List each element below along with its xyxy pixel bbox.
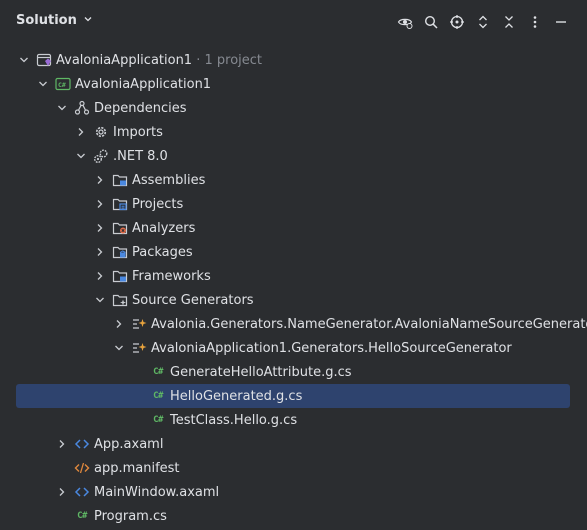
csharp-file-icon: C# xyxy=(153,415,163,425)
chevron-right-icon[interactable] xyxy=(94,270,106,282)
folder-frameworks-icon xyxy=(112,268,128,284)
tree-item-file-generate-hello-attribute[interactable]: C# GenerateHelloAttribute.g.cs xyxy=(0,360,587,384)
xml-file-icon xyxy=(74,460,90,476)
chevron-right-icon[interactable] xyxy=(56,438,68,450)
tree-item-projects[interactable]: Projects xyxy=(0,192,587,216)
tree-item-analyzers[interactable]: Analyzers xyxy=(0,216,587,240)
folder-assemblies-icon xyxy=(112,172,128,188)
chevron-right-icon[interactable] xyxy=(113,318,125,330)
chevron-down-icon[interactable] xyxy=(113,342,125,354)
tree-item-label: HelloGenerated.g.cs xyxy=(170,388,303,404)
tree-item-label: Imports xyxy=(113,124,163,140)
chevron-right-icon[interactable] xyxy=(56,486,68,498)
tree-item-label: MainWindow.axaml xyxy=(94,484,220,500)
dependencies-icon xyxy=(74,100,90,116)
tree-item-project[interactable]: C# AvaloniaApplication1 xyxy=(0,72,587,96)
tree-item-label: AvaloniaApplication1.Generators.HelloSou… xyxy=(151,340,512,356)
solution-icon xyxy=(36,52,52,68)
tree-item-label: Avalonia.Generators.NameGenerator.Avalon… xyxy=(151,316,587,332)
csharp-file-icon: C# xyxy=(77,511,87,521)
collapse-all-icon[interactable] xyxy=(501,14,517,30)
search-icon[interactable] xyxy=(423,14,439,30)
tree-item-label: Packages xyxy=(132,244,193,260)
chevron-right-icon[interactable] xyxy=(94,246,106,258)
chevron-down-icon[interactable] xyxy=(18,54,30,66)
tree-item-frameworks[interactable]: Frameworks xyxy=(0,264,587,288)
tree-item-assemblies[interactable]: Assemblies xyxy=(0,168,587,192)
generator-icon xyxy=(131,340,147,356)
tree-item-label: Source Generators xyxy=(132,292,254,308)
tree-item-source-generators[interactable]: Source Generators xyxy=(0,288,587,312)
csharp-project-icon: C# xyxy=(55,76,71,92)
tree-item-label: AvaloniaApplication1 xyxy=(75,76,212,92)
more-icon[interactable] xyxy=(527,14,543,30)
chevron-down-icon[interactable] xyxy=(37,78,49,90)
axaml-file-icon xyxy=(74,484,90,500)
chevron-right-icon[interactable] xyxy=(94,198,106,210)
tree-item-label: App.axaml xyxy=(94,436,164,452)
folder-packages-icon xyxy=(112,244,128,260)
tree-item-imports[interactable]: Imports xyxy=(0,120,587,144)
tree-item-label: Frameworks xyxy=(132,268,211,284)
chevron-down-icon[interactable] xyxy=(56,102,68,114)
folder-analyzers-icon xyxy=(112,220,128,236)
tree-item-label: Program.cs xyxy=(94,508,167,524)
chevron-down-icon[interactable] xyxy=(94,294,106,306)
tree-item-hello-generator[interactable]: AvaloniaApplication1.Generators.HelloSou… xyxy=(0,336,587,360)
svg-text:C#: C# xyxy=(58,81,66,89)
tree-item-label: AvaloniaApplication1 · 1 project xyxy=(56,52,263,68)
tree-item-label: Dependencies xyxy=(94,100,187,116)
folder-generators-icon xyxy=(112,292,128,308)
csharp-file-icon: C# xyxy=(153,367,163,377)
tree-item-packages[interactable]: Packages xyxy=(0,240,587,264)
generator-icon xyxy=(131,316,147,332)
tree-item-label: GenerateHelloAttribute.g.cs xyxy=(170,364,352,380)
tree-item-label: .NET 8.0 xyxy=(113,148,168,164)
axaml-file-icon xyxy=(74,436,90,452)
folder-projects-icon xyxy=(112,196,128,212)
tree-item-file-hello-generated[interactable]: C# HelloGenerated.g.cs xyxy=(0,384,587,408)
tree-item-program-cs[interactable]: C# Program.cs xyxy=(0,504,587,528)
tree-item-label: Projects xyxy=(132,196,184,212)
tree-item-label: TestClass.Hello.g.cs xyxy=(170,412,298,428)
locate-icon[interactable] xyxy=(449,14,465,30)
gear-icon xyxy=(93,124,109,140)
chevron-right-icon[interactable] xyxy=(94,174,106,186)
solution-view-dropdown[interactable]: Solution xyxy=(16,13,93,28)
tree-item-net-framework[interactable]: .NET 8.0 xyxy=(0,144,587,168)
chevron-right-icon[interactable] xyxy=(94,222,106,234)
tree-item-dependencies[interactable]: Dependencies xyxy=(0,96,587,120)
project-count: · 1 project xyxy=(192,52,263,68)
tree-item-label: app.manifest xyxy=(94,460,180,476)
tree-item-mainwindow-axaml[interactable]: MainWindow.axaml xyxy=(0,480,587,504)
tree-item-app-manifest[interactable]: app.manifest xyxy=(0,456,587,480)
tree-item-label: Assemblies xyxy=(132,172,206,188)
tree-item-app-axaml[interactable]: App.axaml xyxy=(0,432,587,456)
expand-all-icon[interactable] xyxy=(475,14,491,30)
tool-window-header: Solution xyxy=(0,0,587,44)
eye-settings-icon[interactable] xyxy=(397,14,413,30)
gears-icon xyxy=(93,148,109,164)
minimize-icon[interactable] xyxy=(553,14,569,30)
chevron-down-icon[interactable] xyxy=(75,150,87,162)
tree-item-label: Analyzers xyxy=(132,220,196,236)
tree-item-file-testclass-hello[interactable]: C# TestClass.Hello.g.cs xyxy=(0,408,587,432)
chevron-down-icon xyxy=(83,13,93,28)
tree-item-name-generator[interactable]: Avalonia.Generators.NameGenerator.Avalon… xyxy=(0,312,587,336)
csharp-file-icon: C# xyxy=(153,391,163,401)
chevron-right-icon[interactable] xyxy=(75,126,87,138)
tool-window-title: Solution xyxy=(16,13,77,28)
tree-item-solution[interactable]: AvaloniaApplication1 · 1 project xyxy=(0,48,587,72)
